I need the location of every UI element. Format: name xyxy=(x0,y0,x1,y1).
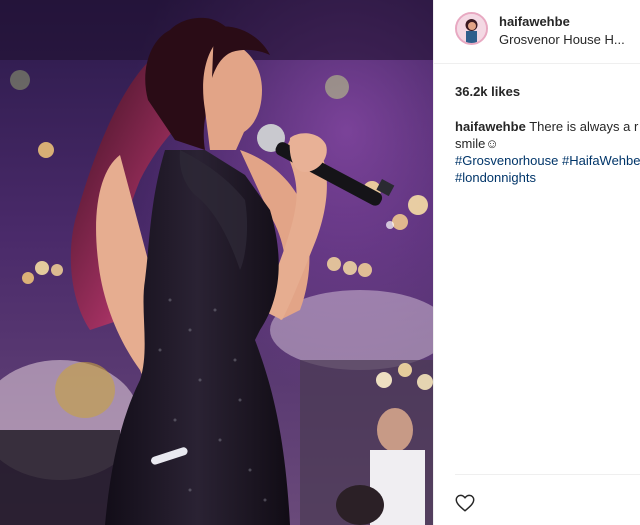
post-side-panel: haifawehbe Grosvenor House H... 36.2k li… xyxy=(433,0,640,525)
post-location[interactable]: Grosvenor House H... xyxy=(499,32,625,47)
post-caption: haifawehbe There is always a r smile☺ #G… xyxy=(455,118,640,186)
post-image xyxy=(0,0,433,525)
caption-hashtags-line-2: #londonnights xyxy=(455,169,640,186)
caption-username[interactable]: haifawehbe xyxy=(455,119,526,134)
caption-text: There is always a r xyxy=(529,119,639,134)
hashtag-londonnights[interactable]: #londonnights xyxy=(455,170,536,185)
actions-divider xyxy=(455,474,640,475)
post-photo[interactable] xyxy=(0,0,433,525)
caption-line-2: smile☺ xyxy=(455,136,499,151)
hashtag-grosvenorhouse[interactable]: #Grosvenorhouse xyxy=(455,153,558,168)
profile-avatar[interactable] xyxy=(455,12,488,45)
heart-outline-icon xyxy=(455,494,475,512)
caption-line-1: haifawehbe There is always a r xyxy=(455,118,640,135)
likes-count[interactable]: 36.2k likes xyxy=(455,84,520,99)
like-button[interactable] xyxy=(454,492,476,514)
hashtag-haifawehbe[interactable]: #HaifaWehbe xyxy=(562,153,640,168)
avatar-image xyxy=(457,14,486,43)
post-username[interactable]: haifawehbe xyxy=(499,14,570,29)
caption-hashtags-line-1: #Grosvenorhouse #HaifaWehbe xyxy=(455,152,640,169)
post-header: haifawehbe Grosvenor House H... xyxy=(434,0,640,64)
